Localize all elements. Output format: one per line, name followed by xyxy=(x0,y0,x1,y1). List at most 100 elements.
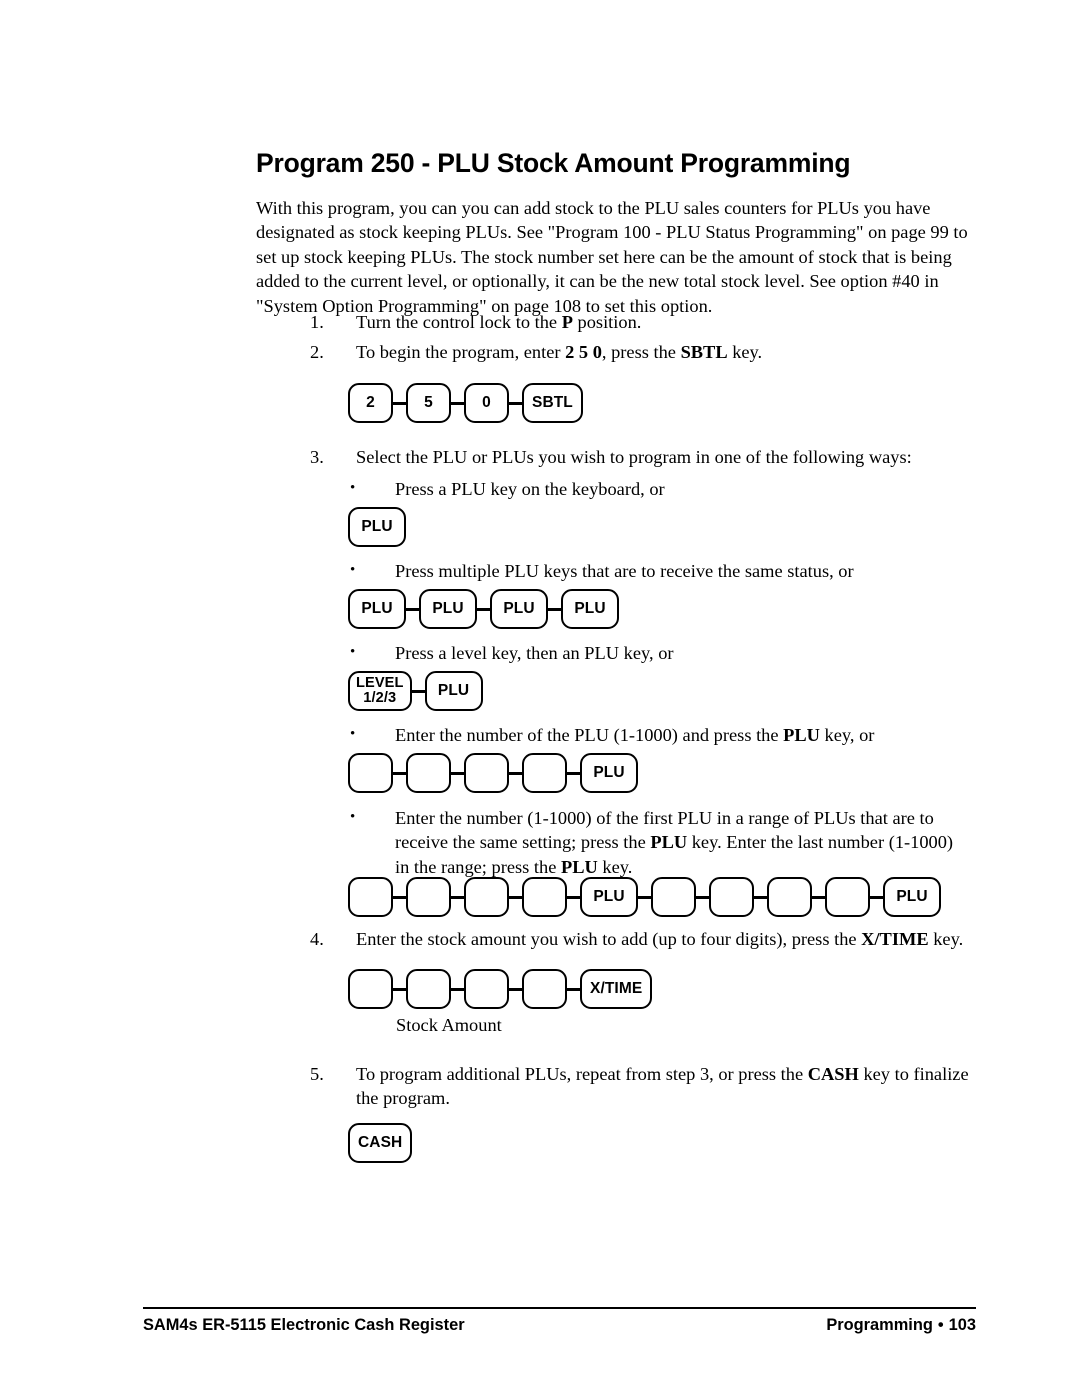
footer-divider xyxy=(143,1307,976,1309)
step-5-number: 5. xyxy=(310,1064,324,1084)
key-connector xyxy=(638,895,651,899)
step-4-text-before: Enter the stock amount you wish to add (… xyxy=(356,929,862,949)
key-connector xyxy=(451,771,464,775)
key-connector xyxy=(451,895,464,899)
key-digit-blank[interactable] xyxy=(464,877,509,917)
key-plu[interactable]: PLU xyxy=(580,753,638,793)
bullet-marker-icon: • xyxy=(350,809,356,825)
key-digit-blank[interactable] xyxy=(464,969,509,1009)
step-4: 4. Enter the stock amount you wish to ad… xyxy=(310,927,990,951)
key-connector xyxy=(477,607,490,611)
bullet-marker-icon: • xyxy=(350,726,356,742)
key-connector xyxy=(509,771,522,775)
step-4-number: 4. xyxy=(310,929,324,949)
step-2-text-mid: , press the xyxy=(601,342,681,362)
key-sequence-cash: CASH xyxy=(348,1123,413,1163)
key-connector xyxy=(696,895,709,899)
bullet-marker-icon: • xyxy=(350,644,356,660)
key-digit-blank[interactable] xyxy=(651,877,696,917)
step-2-text: To begin the program, enter 2 5 0, press… xyxy=(356,340,950,364)
key-digit-blank[interactable] xyxy=(406,753,451,793)
key-2[interactable]: 2 xyxy=(348,383,393,423)
key-plu[interactable]: PLU xyxy=(580,877,638,917)
step-3-text: Select the PLU or PLUs you wish to progr… xyxy=(356,447,912,467)
key-plu[interactable]: PLU xyxy=(424,671,483,711)
bullet-marker-icon: • xyxy=(350,562,356,578)
key-digit-blank[interactable] xyxy=(522,753,567,793)
intro-paragraph: With this program, you can you can add s… xyxy=(256,198,968,316)
key-connector xyxy=(509,401,522,405)
key-sequence-plu-range: PLU PLU xyxy=(348,877,941,917)
bullet-enter-plu-number: • Enter the number of the PLU (1-1000) a… xyxy=(350,723,970,747)
key-connector xyxy=(393,771,406,775)
key-digit-blank[interactable] xyxy=(825,877,870,917)
key-digit-blank[interactable] xyxy=(348,969,393,1009)
bullet-5-bold-1: PLU xyxy=(650,832,688,853)
key-connector xyxy=(870,895,883,899)
key-digit-blank[interactable] xyxy=(406,877,451,917)
key-digit-blank[interactable] xyxy=(522,877,567,917)
bullet-press-multiple-plu-keys: • Press multiple PLU keys that are to re… xyxy=(350,559,970,583)
key-connector xyxy=(393,401,406,405)
step-5-text-before: To program additional PLUs, repeat from … xyxy=(356,1064,808,1084)
key-digit-blank[interactable] xyxy=(767,877,812,917)
key-connector xyxy=(406,607,419,611)
key-plu[interactable]: PLU xyxy=(883,877,941,917)
key-sequence-250-sbtl: 2 5 0 SBTL xyxy=(348,383,583,423)
key-plu[interactable]: PLU xyxy=(348,589,406,629)
bullet-5-text: Enter the number (1-1000) of the first P… xyxy=(395,806,970,879)
key-0[interactable]: 0 xyxy=(464,383,509,423)
key-connector xyxy=(451,401,464,405)
bullet-enter-plu-range: • Enter the number (1-1000) of the first… xyxy=(350,806,970,879)
key-digit-blank[interactable] xyxy=(348,877,393,917)
key-sequence-multi-plu: PLU PLU PLU PLU xyxy=(348,589,619,629)
step-4-text: Enter the stock amount you wish to add (… xyxy=(356,927,990,951)
key-5[interactable]: 5 xyxy=(406,383,451,423)
step-1: 1. Turn the control lock to the P positi… xyxy=(310,310,950,334)
key-connector xyxy=(509,895,522,899)
step-3: 3. Select the PLU or PLUs you wish to pr… xyxy=(310,445,970,469)
step-2-number: 2. xyxy=(310,342,324,362)
key-xtime[interactable]: X/TIME xyxy=(580,969,653,1009)
step-1-bold: P xyxy=(561,312,573,332)
bullet-press-plu-key: • Press a PLU key on the keyboard, or xyxy=(350,477,970,501)
step-1-number: 1. xyxy=(310,312,324,332)
stock-amount-caption: Stock Amount xyxy=(396,1015,502,1035)
key-connector xyxy=(754,895,767,899)
step-2-text-before: To begin the program, enter xyxy=(356,342,566,362)
bullet-4-bold: PLU xyxy=(783,725,820,745)
step-5-bold: CASH xyxy=(807,1064,859,1084)
key-level-1-2-3[interactable]: LEVEL 1/2/3 xyxy=(348,671,412,711)
key-connector xyxy=(393,987,406,991)
bullet-5-text-after: key. xyxy=(597,856,633,877)
document-page: Program 250 - PLU Stock Amount Programmi… xyxy=(0,0,1080,1397)
step-1-text-after: position. xyxy=(572,312,642,332)
key-cash[interactable]: CASH xyxy=(348,1123,413,1163)
step-4-text-after: key. xyxy=(928,929,964,949)
step-2-bold-code: 2 5 0 xyxy=(565,342,602,362)
key-plu[interactable]: PLU xyxy=(490,589,548,629)
key-connector xyxy=(393,895,406,899)
bullet-1-text: Press a PLU key on the keyboard, or xyxy=(395,479,665,499)
key-plu[interactable]: PLU xyxy=(419,589,477,629)
key-digit-blank[interactable] xyxy=(406,969,451,1009)
footer-section-label: Programming xyxy=(826,1316,933,1334)
footer-page-info: Programming • 103 xyxy=(826,1314,976,1336)
step-5: 5. To program additional PLUs, repeat fr… xyxy=(310,1062,975,1111)
step-1-text-before: Turn the control lock to the xyxy=(356,312,562,332)
key-sbtl[interactable]: SBTL xyxy=(522,383,583,423)
key-plu[interactable]: PLU xyxy=(561,589,619,629)
step-2: 2. To begin the program, enter 2 5 0, pr… xyxy=(310,340,950,364)
key-digit-blank[interactable] xyxy=(348,753,393,793)
key-connector xyxy=(567,771,580,775)
key-plu[interactable]: PLU xyxy=(348,507,406,547)
key-digit-blank[interactable] xyxy=(709,877,754,917)
key-digit-blank[interactable] xyxy=(522,969,567,1009)
key-level-line1: LEVEL xyxy=(356,675,404,691)
bullet-2-text: Press multiple PLU keys that are to rece… xyxy=(395,561,854,581)
step-1-text: Turn the control lock to the P position. xyxy=(356,310,950,334)
key-digit-blank[interactable] xyxy=(464,753,509,793)
key-sequence-stock-amount: X/TIME xyxy=(348,969,653,1009)
bullet-5-bold-2: PLU xyxy=(560,856,598,877)
footer-separator-icon: • xyxy=(937,1316,944,1334)
